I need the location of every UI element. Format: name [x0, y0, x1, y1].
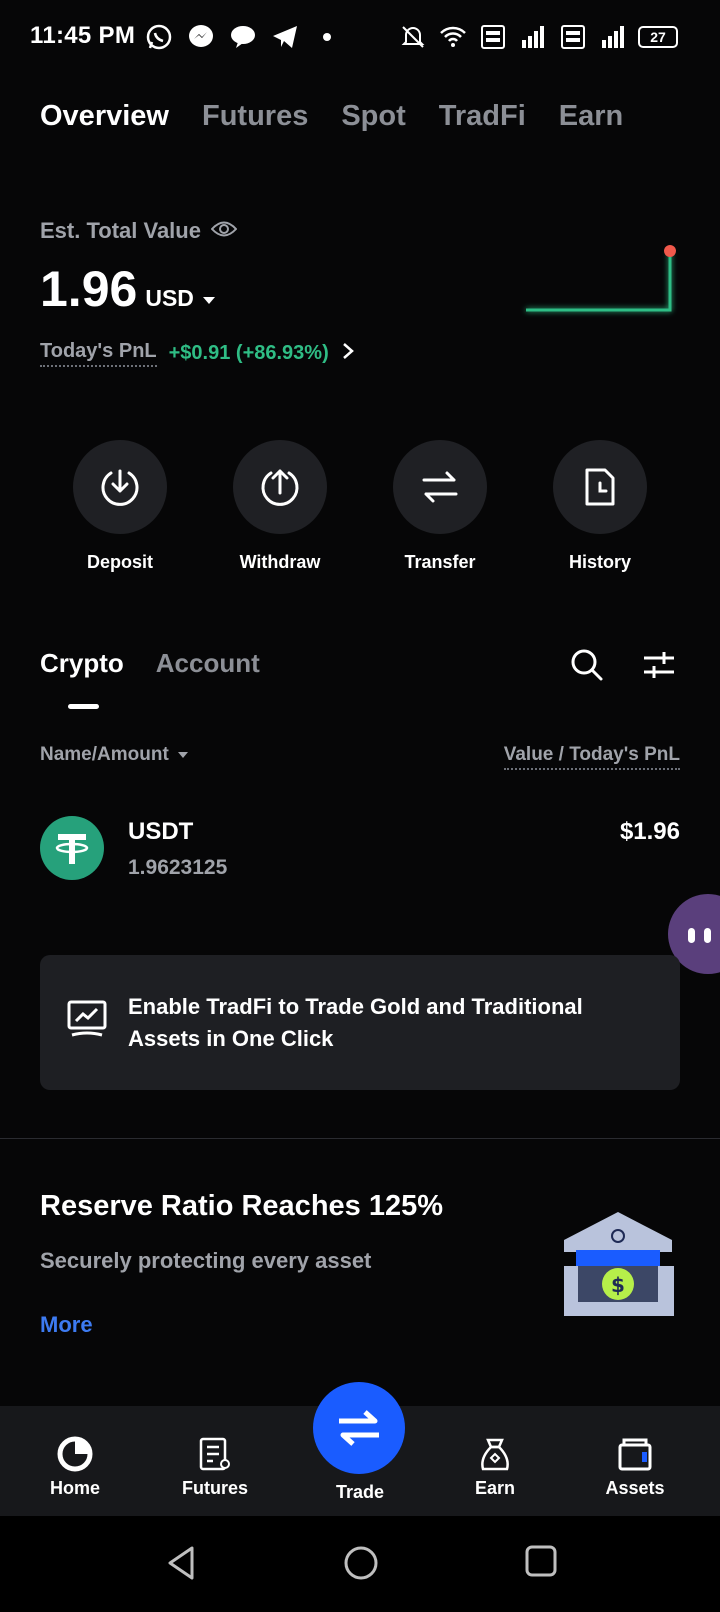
- name-amount-header: Name/Amount: [40, 744, 169, 765]
- volte-icon: [558, 22, 588, 52]
- transfer-label: Transfer: [404, 552, 476, 572]
- total-value-number: 1.96: [40, 261, 138, 317]
- nav-earn[interactable]: Earn: [435, 1436, 555, 1499]
- section-divider: [0, 1138, 720, 1139]
- home-icon: [57, 1436, 93, 1472]
- trade-swap-icon: [339, 1410, 379, 1446]
- usdt-logo-icon: [40, 816, 104, 880]
- bubble-eye-left: [688, 928, 695, 943]
- transfer-arrows-icon: [393, 440, 487, 534]
- bank-vault-icon: $: [564, 1212, 674, 1316]
- nav-futures[interactable]: Futures: [155, 1436, 275, 1499]
- wifi-icon: [438, 22, 468, 52]
- wallet-icon: [618, 1438, 652, 1471]
- nav-assets-label: Assets: [605, 1478, 665, 1498]
- chat-bubble-icon: [228, 22, 258, 52]
- sparkline-path: [526, 252, 672, 312]
- deposit-button[interactable]: Deposit: [72, 440, 168, 573]
- telegram-icon: [270, 22, 300, 52]
- quick-actions: Deposit Withdraw Transfer History: [72, 440, 648, 573]
- tab-earn[interactable]: Earn: [559, 100, 623, 133]
- back-triangle-icon[interactable]: [164, 1544, 198, 1582]
- est-total-value-label: Est. Total Value: [40, 218, 238, 244]
- tab-spot[interactable]: Spot: [341, 100, 405, 133]
- history-button[interactable]: History: [552, 440, 648, 573]
- withdraw-button[interactable]: Withdraw: [232, 440, 328, 573]
- volte-icon: [478, 22, 508, 52]
- active-tab-indicator: [68, 704, 99, 709]
- sort-name-amount[interactable]: Name/Amount: [40, 744, 189, 766]
- dot-icon: [312, 22, 342, 52]
- signal-icon: [518, 22, 548, 52]
- sparkline-end-dot: [664, 245, 676, 257]
- list-item[interactable]: USDT 1.9623125 $1.96: [40, 816, 680, 884]
- chart-board-icon: [66, 999, 108, 1046]
- upload-arrow-icon: [233, 440, 327, 534]
- history-document-icon: [553, 440, 647, 534]
- reserve-title: Reserve Ratio Reaches 125%: [40, 1190, 444, 1222]
- tab-overview[interactable]: Overview: [40, 100, 169, 133]
- tab-tradfi[interactable]: TradFi: [439, 100, 526, 133]
- status-time: 11:45 PM: [30, 22, 136, 49]
- banner-text: Enable TradFi to Trade Gold and Traditio…: [128, 994, 583, 1051]
- asset-amount: 1.9623125: [128, 856, 228, 879]
- tab-crypto[interactable]: Crypto: [40, 648, 124, 679]
- deposit-label: Deposit: [86, 552, 153, 572]
- tab-account[interactable]: Account: [156, 648, 260, 679]
- nav-trade[interactable]: [313, 1382, 405, 1474]
- history-label: History: [568, 552, 631, 572]
- currency-selector[interactable]: USD: [145, 285, 194, 312]
- transfer-button[interactable]: Transfer: [392, 440, 488, 573]
- reserve-more-link[interactable]: More: [40, 1312, 93, 1338]
- asset-symbol: USDT: [128, 818, 194, 845]
- recents-square-icon[interactable]: [524, 1544, 558, 1578]
- notification-icons: [144, 22, 342, 52]
- futures-icon: [199, 1437, 230, 1471]
- nav-home-label: Home: [49, 1478, 100, 1498]
- status-bar: 11:45 PM 27: [0, 0, 720, 78]
- reserve-subtitle: Securely protecting every asset: [40, 1248, 372, 1273]
- bell-muted-icon: [398, 22, 428, 52]
- asset-value: $1.96: [619, 818, 680, 845]
- pnl-value: +$0.91 (+86.93%): [168, 342, 329, 364]
- eye-icon[interactable]: [210, 218, 238, 244]
- value-pnl-header[interactable]: Value / Today's PnL: [503, 744, 680, 770]
- todays-pnl-row[interactable]: Today's PnL +$0.91 (+86.93%): [40, 340, 355, 367]
- nav-futures-label: Futures: [181, 1478, 248, 1498]
- pnl-label: Today's PnL: [40, 340, 157, 367]
- battery-icon: 27: [638, 26, 678, 48]
- nav-trade-label: Trade: [335, 1482, 385, 1502]
- top-tab-bar: Overview Futures Spot TradFi Earn: [40, 100, 623, 133]
- caret-down-icon: [177, 751, 188, 758]
- nav-assets[interactable]: Assets: [575, 1436, 695, 1499]
- earn-bag-icon: [481, 1438, 509, 1471]
- system-nav-bar: [0, 1516, 720, 1612]
- nav-home[interactable]: Home: [15, 1436, 135, 1499]
- whatsapp-icon: [144, 22, 174, 52]
- nav-earn-label: Earn: [474, 1478, 516, 1498]
- download-arrow-icon: [73, 440, 167, 534]
- system-status-icons: 27: [398, 22, 678, 52]
- home-circle-icon[interactable]: [342, 1544, 380, 1582]
- chevron-right-icon[interactable]: [341, 341, 355, 367]
- tab-futures[interactable]: Futures: [202, 100, 308, 133]
- messenger-icon: [186, 22, 216, 52]
- est-label-text: Est. Total Value: [40, 218, 201, 243]
- pnl-sparkline: [526, 245, 676, 312]
- asset-tab-bar: Crypto Account: [40, 648, 260, 679]
- total-value[interactable]: 1.96 USD: [40, 260, 216, 318]
- tradfi-banner[interactable]: Enable TradFi to Trade Gold and Traditio…: [40, 955, 680, 1090]
- svg-text:$: $: [611, 1273, 625, 1297]
- bubble-eye-right: [704, 928, 711, 943]
- filter-sliders-icon[interactable]: [642, 650, 676, 685]
- withdraw-label: Withdraw: [239, 552, 321, 572]
- caret-down-icon[interactable]: [202, 293, 216, 311]
- search-icon[interactable]: [570, 648, 604, 687]
- signal-icon: [598, 22, 628, 52]
